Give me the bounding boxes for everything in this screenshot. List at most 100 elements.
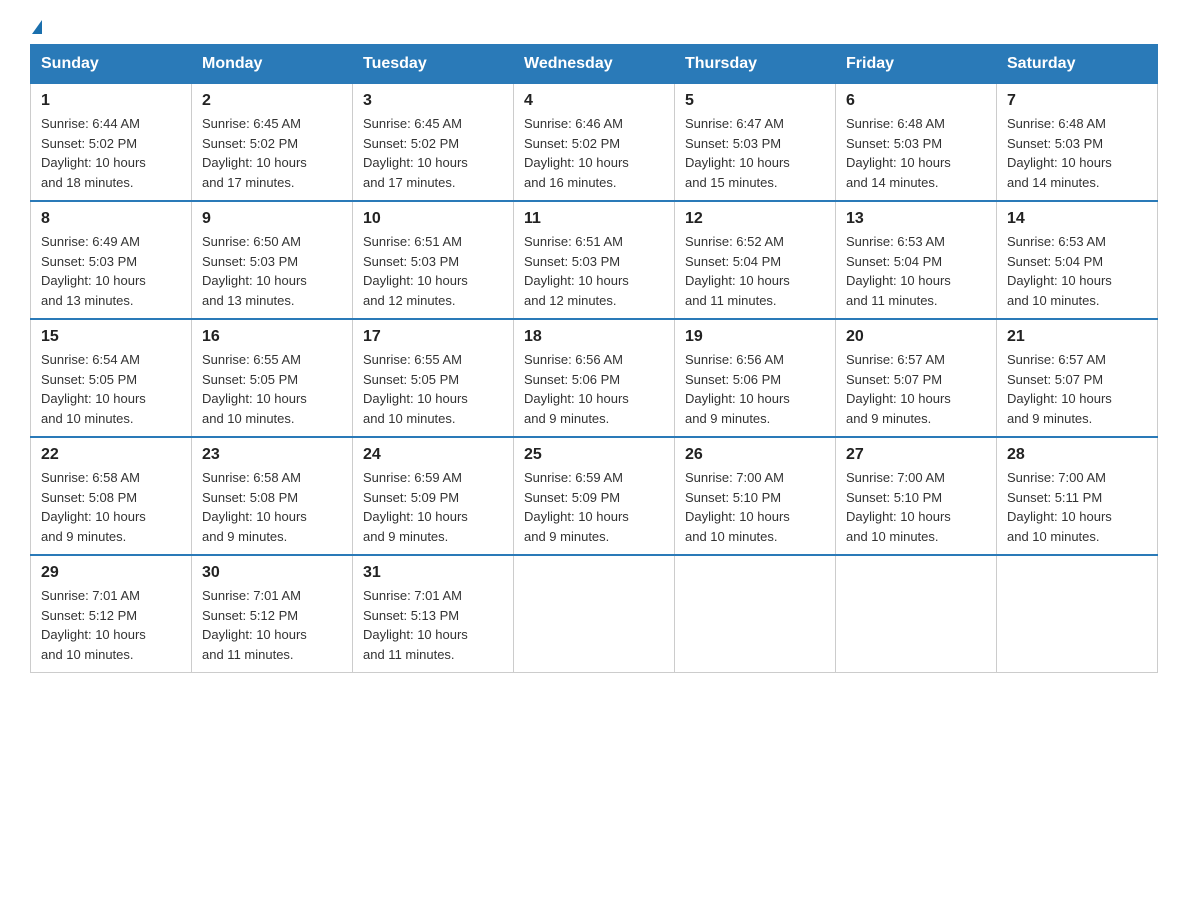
day-info: Sunrise: 6:51 AMSunset: 5:03 PMDaylight:… <box>363 234 468 308</box>
calendar-cell: 14 Sunrise: 6:53 AMSunset: 5:04 PMDaylig… <box>997 201 1158 319</box>
day-number: 18 <box>524 328 664 346</box>
day-info: Sunrise: 6:53 AMSunset: 5:04 PMDaylight:… <box>846 234 951 308</box>
day-number: 24 <box>363 446 503 464</box>
calendar-cell <box>514 555 675 673</box>
calendar-cell: 23 Sunrise: 6:58 AMSunset: 5:08 PMDaylig… <box>192 437 353 555</box>
day-number: 14 <box>1007 210 1147 228</box>
calendar-cell: 25 Sunrise: 6:59 AMSunset: 5:09 PMDaylig… <box>514 437 675 555</box>
day-number: 19 <box>685 328 825 346</box>
calendar-week-1: 1 Sunrise: 6:44 AMSunset: 5:02 PMDayligh… <box>31 84 1158 202</box>
calendar-cell: 13 Sunrise: 6:53 AMSunset: 5:04 PMDaylig… <box>836 201 997 319</box>
day-number: 22 <box>41 446 181 464</box>
day-info: Sunrise: 6:56 AMSunset: 5:06 PMDaylight:… <box>685 352 790 426</box>
day-info: Sunrise: 6:57 AMSunset: 5:07 PMDaylight:… <box>846 352 951 426</box>
page-header <box>30 20 1158 34</box>
day-number: 9 <box>202 210 342 228</box>
calendar-cell: 26 Sunrise: 7:00 AMSunset: 5:10 PMDaylig… <box>675 437 836 555</box>
day-info: Sunrise: 7:01 AMSunset: 5:13 PMDaylight:… <box>363 588 468 662</box>
calendar-cell: 22 Sunrise: 6:58 AMSunset: 5:08 PMDaylig… <box>31 437 192 555</box>
calendar-cell: 31 Sunrise: 7:01 AMSunset: 5:13 PMDaylig… <box>353 555 514 673</box>
day-header-row: SundayMondayTuesdayWednesdayThursdayFrid… <box>31 45 1158 84</box>
day-info: Sunrise: 6:44 AMSunset: 5:02 PMDaylight:… <box>41 116 146 190</box>
day-number: 17 <box>363 328 503 346</box>
day-header-saturday: Saturday <box>997 45 1158 84</box>
day-header-monday: Monday <box>192 45 353 84</box>
day-number: 27 <box>846 446 986 464</box>
day-number: 26 <box>685 446 825 464</box>
calendar-cell: 30 Sunrise: 7:01 AMSunset: 5:12 PMDaylig… <box>192 555 353 673</box>
calendar-cell: 7 Sunrise: 6:48 AMSunset: 5:03 PMDayligh… <box>997 84 1158 202</box>
calendar-week-5: 29 Sunrise: 7:01 AMSunset: 5:12 PMDaylig… <box>31 555 1158 673</box>
calendar-cell: 8 Sunrise: 6:49 AMSunset: 5:03 PMDayligh… <box>31 201 192 319</box>
day-info: Sunrise: 6:53 AMSunset: 5:04 PMDaylight:… <box>1007 234 1112 308</box>
calendar-cell: 4 Sunrise: 6:46 AMSunset: 5:02 PMDayligh… <box>514 84 675 202</box>
day-number: 30 <box>202 564 342 582</box>
calendar-cell: 15 Sunrise: 6:54 AMSunset: 5:05 PMDaylig… <box>31 319 192 437</box>
day-info: Sunrise: 6:48 AMSunset: 5:03 PMDaylight:… <box>1007 116 1112 190</box>
calendar-cell: 2 Sunrise: 6:45 AMSunset: 5:02 PMDayligh… <box>192 84 353 202</box>
day-number: 28 <box>1007 446 1147 464</box>
calendar-cell <box>675 555 836 673</box>
day-number: 5 <box>685 92 825 110</box>
day-info: Sunrise: 7:01 AMSunset: 5:12 PMDaylight:… <box>41 588 146 662</box>
calendar-cell: 27 Sunrise: 7:00 AMSunset: 5:10 PMDaylig… <box>836 437 997 555</box>
day-info: Sunrise: 6:48 AMSunset: 5:03 PMDaylight:… <box>846 116 951 190</box>
calendar-cell: 6 Sunrise: 6:48 AMSunset: 5:03 PMDayligh… <box>836 84 997 202</box>
day-number: 2 <box>202 92 342 110</box>
day-number: 7 <box>1007 92 1147 110</box>
day-info: Sunrise: 7:00 AMSunset: 5:11 PMDaylight:… <box>1007 470 1112 544</box>
day-number: 20 <box>846 328 986 346</box>
day-number: 29 <box>41 564 181 582</box>
day-info: Sunrise: 7:00 AMSunset: 5:10 PMDaylight:… <box>846 470 951 544</box>
day-info: Sunrise: 6:56 AMSunset: 5:06 PMDaylight:… <box>524 352 629 426</box>
calendar-table: SundayMondayTuesdayWednesdayThursdayFrid… <box>30 44 1158 673</box>
calendar-body: 1 Sunrise: 6:44 AMSunset: 5:02 PMDayligh… <box>31 84 1158 673</box>
day-info: Sunrise: 6:59 AMSunset: 5:09 PMDaylight:… <box>524 470 629 544</box>
day-info: Sunrise: 7:00 AMSunset: 5:10 PMDaylight:… <box>685 470 790 544</box>
day-header-tuesday: Tuesday <box>353 45 514 84</box>
day-info: Sunrise: 6:57 AMSunset: 5:07 PMDaylight:… <box>1007 352 1112 426</box>
calendar-cell: 29 Sunrise: 7:01 AMSunset: 5:12 PMDaylig… <box>31 555 192 673</box>
day-info: Sunrise: 6:55 AMSunset: 5:05 PMDaylight:… <box>363 352 468 426</box>
day-info: Sunrise: 6:59 AMSunset: 5:09 PMDaylight:… <box>363 470 468 544</box>
calendar-cell <box>997 555 1158 673</box>
calendar-cell: 5 Sunrise: 6:47 AMSunset: 5:03 PMDayligh… <box>675 84 836 202</box>
day-number: 11 <box>524 210 664 228</box>
calendar-week-3: 15 Sunrise: 6:54 AMSunset: 5:05 PMDaylig… <box>31 319 1158 437</box>
day-info: Sunrise: 6:49 AMSunset: 5:03 PMDaylight:… <box>41 234 146 308</box>
day-number: 8 <box>41 210 181 228</box>
day-info: Sunrise: 6:55 AMSunset: 5:05 PMDaylight:… <box>202 352 307 426</box>
day-info: Sunrise: 6:52 AMSunset: 5:04 PMDaylight:… <box>685 234 790 308</box>
day-info: Sunrise: 6:47 AMSunset: 5:03 PMDaylight:… <box>685 116 790 190</box>
day-number: 12 <box>685 210 825 228</box>
day-info: Sunrise: 6:58 AMSunset: 5:08 PMDaylight:… <box>202 470 307 544</box>
day-header-sunday: Sunday <box>31 45 192 84</box>
day-info: Sunrise: 6:50 AMSunset: 5:03 PMDaylight:… <box>202 234 307 308</box>
calendar-cell: 24 Sunrise: 6:59 AMSunset: 5:09 PMDaylig… <box>353 437 514 555</box>
calendar-cell <box>836 555 997 673</box>
logo <box>30 20 42 34</box>
calendar-cell: 3 Sunrise: 6:45 AMSunset: 5:02 PMDayligh… <box>353 84 514 202</box>
calendar-cell: 21 Sunrise: 6:57 AMSunset: 5:07 PMDaylig… <box>997 319 1158 437</box>
calendar-week-2: 8 Sunrise: 6:49 AMSunset: 5:03 PMDayligh… <box>31 201 1158 319</box>
day-number: 21 <box>1007 328 1147 346</box>
calendar-cell: 28 Sunrise: 7:00 AMSunset: 5:11 PMDaylig… <box>997 437 1158 555</box>
day-info: Sunrise: 6:46 AMSunset: 5:02 PMDaylight:… <box>524 116 629 190</box>
calendar-week-4: 22 Sunrise: 6:58 AMSunset: 5:08 PMDaylig… <box>31 437 1158 555</box>
logo-triangle-icon <box>32 20 42 34</box>
calendar-cell: 9 Sunrise: 6:50 AMSunset: 5:03 PMDayligh… <box>192 201 353 319</box>
calendar-cell: 16 Sunrise: 6:55 AMSunset: 5:05 PMDaylig… <box>192 319 353 437</box>
day-number: 25 <box>524 446 664 464</box>
day-header-thursday: Thursday <box>675 45 836 84</box>
calendar-cell: 17 Sunrise: 6:55 AMSunset: 5:05 PMDaylig… <box>353 319 514 437</box>
day-info: Sunrise: 6:51 AMSunset: 5:03 PMDaylight:… <box>524 234 629 308</box>
calendar-cell: 12 Sunrise: 6:52 AMSunset: 5:04 PMDaylig… <box>675 201 836 319</box>
day-number: 4 <box>524 92 664 110</box>
calendar-cell: 19 Sunrise: 6:56 AMSunset: 5:06 PMDaylig… <box>675 319 836 437</box>
calendar-cell: 18 Sunrise: 6:56 AMSunset: 5:06 PMDaylig… <box>514 319 675 437</box>
day-number: 31 <box>363 564 503 582</box>
day-info: Sunrise: 6:58 AMSunset: 5:08 PMDaylight:… <box>41 470 146 544</box>
day-header-friday: Friday <box>836 45 997 84</box>
day-info: Sunrise: 6:45 AMSunset: 5:02 PMDaylight:… <box>363 116 468 190</box>
day-number: 13 <box>846 210 986 228</box>
